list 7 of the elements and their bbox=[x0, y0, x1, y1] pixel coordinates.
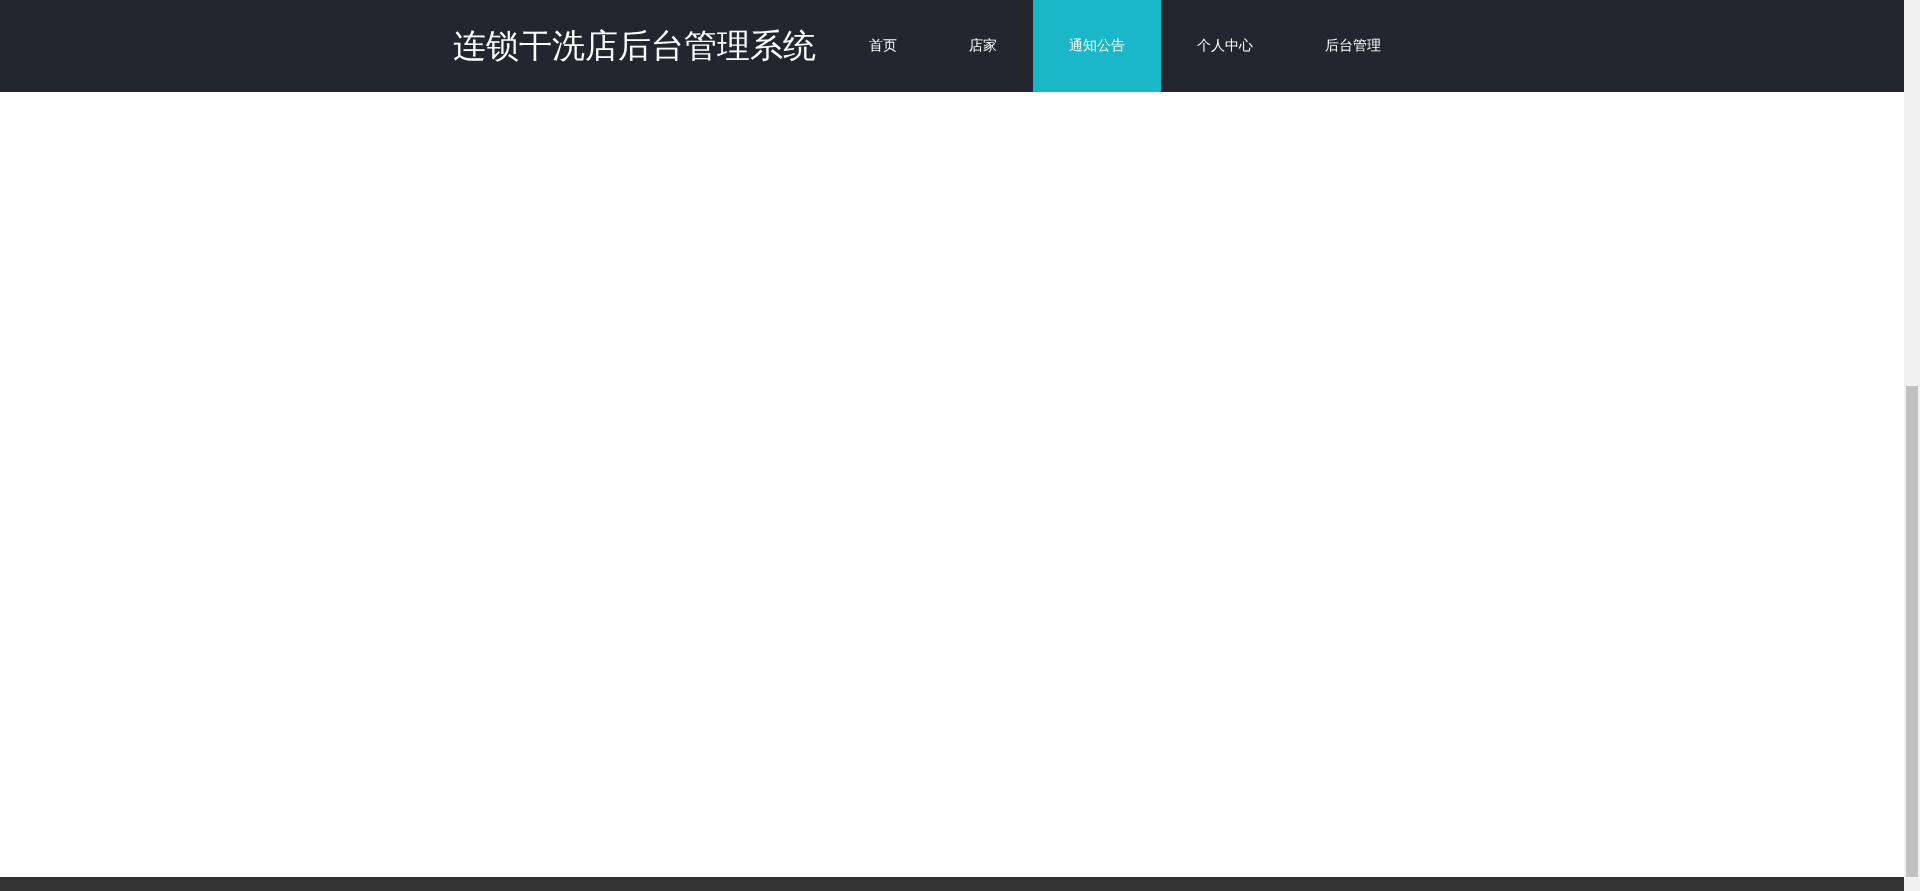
nav-link[interactable]: 首页 bbox=[833, 0, 933, 92]
scrollbar-thumb[interactable] bbox=[1906, 386, 1918, 877]
scrollbar[interactable] bbox=[1904, 0, 1920, 891]
nav-link[interactable]: 店家 bbox=[933, 0, 1033, 92]
site-title: 连锁干洗店后台管理系统 bbox=[453, 24, 816, 67]
nav-link[interactable]: 后台管理 bbox=[1289, 0, 1417, 92]
nav-link[interactable]: 个人中心 bbox=[1161, 0, 1289, 92]
